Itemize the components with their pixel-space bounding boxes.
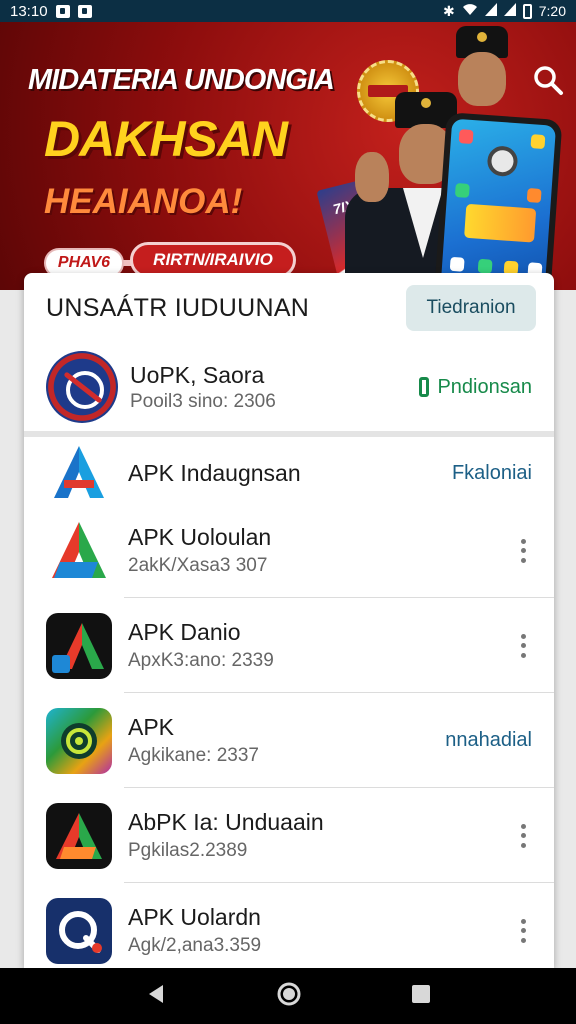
recents-icon[interactable]: [411, 984, 431, 1009]
list-item-subtitle: 2akK/Xasa3 307: [128, 555, 268, 576]
back-icon[interactable]: [145, 983, 167, 1010]
phone-graphic: [433, 112, 563, 290]
home-icon[interactable]: [276, 981, 302, 1012]
list-item-subtitle: Pgkilas2.2389: [128, 840, 248, 861]
download-button[interactable]: Pndionsan: [419, 376, 532, 399]
list-item-subtitle: Agkikane: 2337: [128, 745, 259, 766]
featured-app[interactable]: UoPK, Saora Pooil3 sino: 2306 Pndionsan: [24, 343, 554, 437]
app-icon-a: [46, 518, 112, 584]
featured-app-name: UoPK, Saora: [130, 361, 265, 388]
status-time: 13:10: [10, 2, 48, 20]
app-icon-camera: [46, 707, 112, 774]
list-item[interactable]: APK Uolardn Agk/2,ana3.359: [24, 883, 554, 968]
panel-title: UNSAÁTR IUDUUNAN: [46, 293, 310, 322]
header-action-button[interactable]: Tiedranion: [406, 285, 536, 331]
app-icon-q: [46, 897, 112, 964]
list-item-name: AbPK Ia: Unduaain: [128, 809, 324, 835]
app-list-panel: UNSAÁTR IUDUUNAN Tiedranion UoPK, Saora …: [24, 273, 554, 968]
status-time-right: 7:20: [538, 3, 566, 19]
list-item-name: APK Danio: [128, 619, 241, 645]
list-item-action[interactable]: Fkaloniai: [452, 462, 532, 485]
list-item-name: APK Uolardn: [128, 904, 261, 930]
app-logo-icon: [46, 351, 118, 423]
more-options-icon[interactable]: [518, 538, 528, 563]
waving-hand: [355, 152, 395, 212]
status-bar: 13:10 ✱ 7:20: [0, 0, 576, 22]
list-item-subtitle: ApxK3:ano: 2339: [128, 650, 274, 671]
wifi-icon: [462, 3, 478, 19]
app-icon-a-dark: [46, 802, 112, 869]
panel-header: UNSAÁTR IUDUUNAN Tiedranion: [24, 273, 554, 343]
list-item-name: APK Indaugnsan: [128, 459, 301, 486]
bluetooth-icon: ✱: [443, 2, 455, 19]
signal-icon: [503, 3, 516, 19]
list-item[interactable]: APK Uoloulan 2akK/Xasa3 307: [24, 503, 554, 598]
list-item[interactable]: AbPK Ia: Unduaain Pgkilas2.2389: [24, 788, 554, 883]
notification-icon: [77, 4, 92, 18]
camera-lens-graphic: [486, 145, 519, 178]
list-item[interactable]: APK Agkikane: 2337 nnahadial: [24, 693, 554, 788]
list-item[interactable]: APK Indaugnsan Fkaloniai: [24, 437, 554, 503]
list-item-action[interactable]: nnahadial: [445, 729, 532, 752]
list-item-subtitle: Agk/2,ana3.359: [128, 935, 262, 956]
more-options-icon[interactable]: [518, 633, 528, 658]
list-item-name: APK: [128, 714, 175, 740]
promo-banner[interactable]: 7IX MIDATERIA UNDONGIA DAKHSAN HEAIANOA!…: [0, 22, 576, 290]
search-icon[interactable]: [530, 62, 566, 98]
banner-title-line1: MIDATERIA UNDONGIA: [28, 64, 335, 96]
navigation-bar: [0, 968, 576, 1024]
banner-title-line2: DAKHSAN: [44, 111, 288, 167]
signal-icon: [484, 3, 497, 19]
battery-icon: [522, 3, 532, 19]
app-icon-a: [46, 440, 112, 506]
more-options-icon[interactable]: [518, 823, 528, 848]
banner-title-line3: HEAIANOA!: [44, 182, 243, 221]
more-options-icon[interactable]: [518, 918, 528, 943]
list-item[interactable]: APK Danio ApxK3:ano: 2339: [24, 598, 554, 693]
featured-app-subtitle: Pooil3 sino: 2306: [130, 390, 276, 412]
download-icon: [419, 377, 430, 397]
app-icon-a-dark: [46, 612, 112, 679]
list-item-name: APK Uoloulan: [128, 524, 272, 550]
notification-icon: [55, 4, 70, 18]
download-label: Pndionsan: [437, 375, 532, 398]
